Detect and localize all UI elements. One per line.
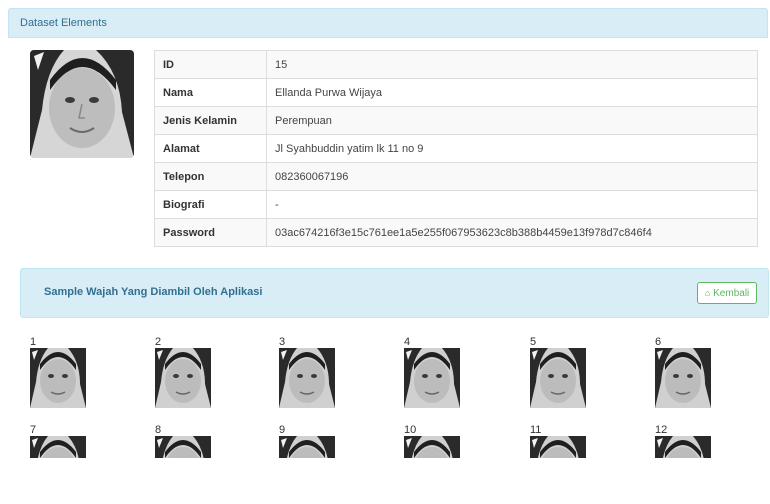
- row-value: -: [266, 190, 758, 219]
- row-label: Telepon: [154, 162, 267, 191]
- sample-face-item: 9: [279, 424, 399, 504]
- sample-face-image: [404, 436, 460, 458]
- row-value: 03ac674216f3e15c761ee1a5e255f067953623c8…: [266, 218, 758, 247]
- row-value: Ellanda Purwa Wijaya: [266, 78, 758, 107]
- sample-number: 12: [655, 424, 668, 436]
- row-value: Jl Syahbuddin yatim lk 11 no 9: [266, 134, 758, 163]
- sample-face-item: 2: [155, 336, 275, 416]
- sample-face-item: 4: [404, 336, 524, 416]
- table-row: Biografi -: [154, 190, 758, 219]
- sample-number: 3: [279, 336, 286, 348]
- row-label: Jenis Kelamin: [154, 106, 267, 135]
- sample-face-item: 8: [155, 424, 275, 504]
- sample-number: 10: [404, 424, 417, 436]
- table-row: Password 03ac674216f3e15c761ee1a5e255f06…: [154, 218, 758, 247]
- table-row: Telepon 082360067196: [154, 162, 758, 191]
- sample-number: 2: [155, 336, 162, 348]
- sample-face-image: [530, 436, 586, 458]
- sample-face-image: [530, 348, 586, 408]
- panel-heading: Dataset Elements: [8, 8, 768, 38]
- row-value: 15: [266, 50, 758, 79]
- sample-face-image: [655, 348, 711, 408]
- back-button[interactable]: ⌂ Kembali: [697, 282, 757, 304]
- row-value: 082360067196: [266, 162, 758, 191]
- sample-face-image: [655, 436, 711, 458]
- sample-face-item: 11: [530, 424, 650, 504]
- sample-number: 6: [655, 336, 662, 348]
- row-label: Alamat: [154, 134, 267, 163]
- sample-face-item: 10: [404, 424, 524, 504]
- sample-number: 11: [530, 424, 542, 436]
- row-label: Nama: [154, 78, 267, 107]
- sample-face-image: [30, 348, 86, 408]
- sample-face-image: [30, 436, 86, 458]
- sample-face-item: 5: [530, 336, 650, 416]
- sample-number: 5: [530, 336, 537, 348]
- sample-face-image: [279, 436, 335, 458]
- back-label: Kembali: [713, 287, 750, 299]
- sample-header: Sample Wajah Yang Diambil Oleh Aplikasi …: [20, 268, 769, 318]
- sample-face-item: 1: [30, 336, 150, 416]
- sample-face-image: [404, 348, 460, 408]
- sample-face-item: 3: [279, 336, 399, 416]
- sample-title: Sample Wajah Yang Diambil Oleh Aplikasi: [44, 286, 263, 298]
- sample-face-image: [279, 348, 335, 408]
- row-label: Biografi: [154, 190, 267, 219]
- table-row: Nama Ellanda Purwa Wijaya: [154, 78, 758, 107]
- profile-table: ID 15 Nama Ellanda Purwa Wijaya Jenis Ke…: [154, 50, 758, 247]
- sample-face-item: 6: [655, 336, 770, 416]
- home-icon: ⌂: [704, 287, 711, 298]
- sample-number: 1: [30, 336, 37, 348]
- row-value: Perempuan: [266, 106, 758, 135]
- sample-face-image: [155, 436, 211, 458]
- panel-title: Dataset Elements: [20, 17, 107, 29]
- sample-number: 9: [279, 424, 286, 436]
- table-row: Jenis Kelamin Perempuan: [154, 106, 758, 135]
- sample-number: 7: [30, 424, 37, 436]
- sample-face-item: 12: [655, 424, 770, 504]
- table-row: Alamat Jl Syahbuddin yatim lk 11 no 9: [154, 134, 758, 163]
- profile-photo: [30, 50, 134, 158]
- sample-number: 4: [404, 336, 411, 348]
- sample-number: 8: [155, 424, 162, 436]
- table-row: ID 15: [154, 50, 758, 79]
- row-label: ID: [154, 50, 267, 79]
- sample-face-image: [155, 348, 211, 408]
- row-label: Password: [154, 218, 267, 247]
- sample-face-item: 7: [30, 424, 150, 504]
